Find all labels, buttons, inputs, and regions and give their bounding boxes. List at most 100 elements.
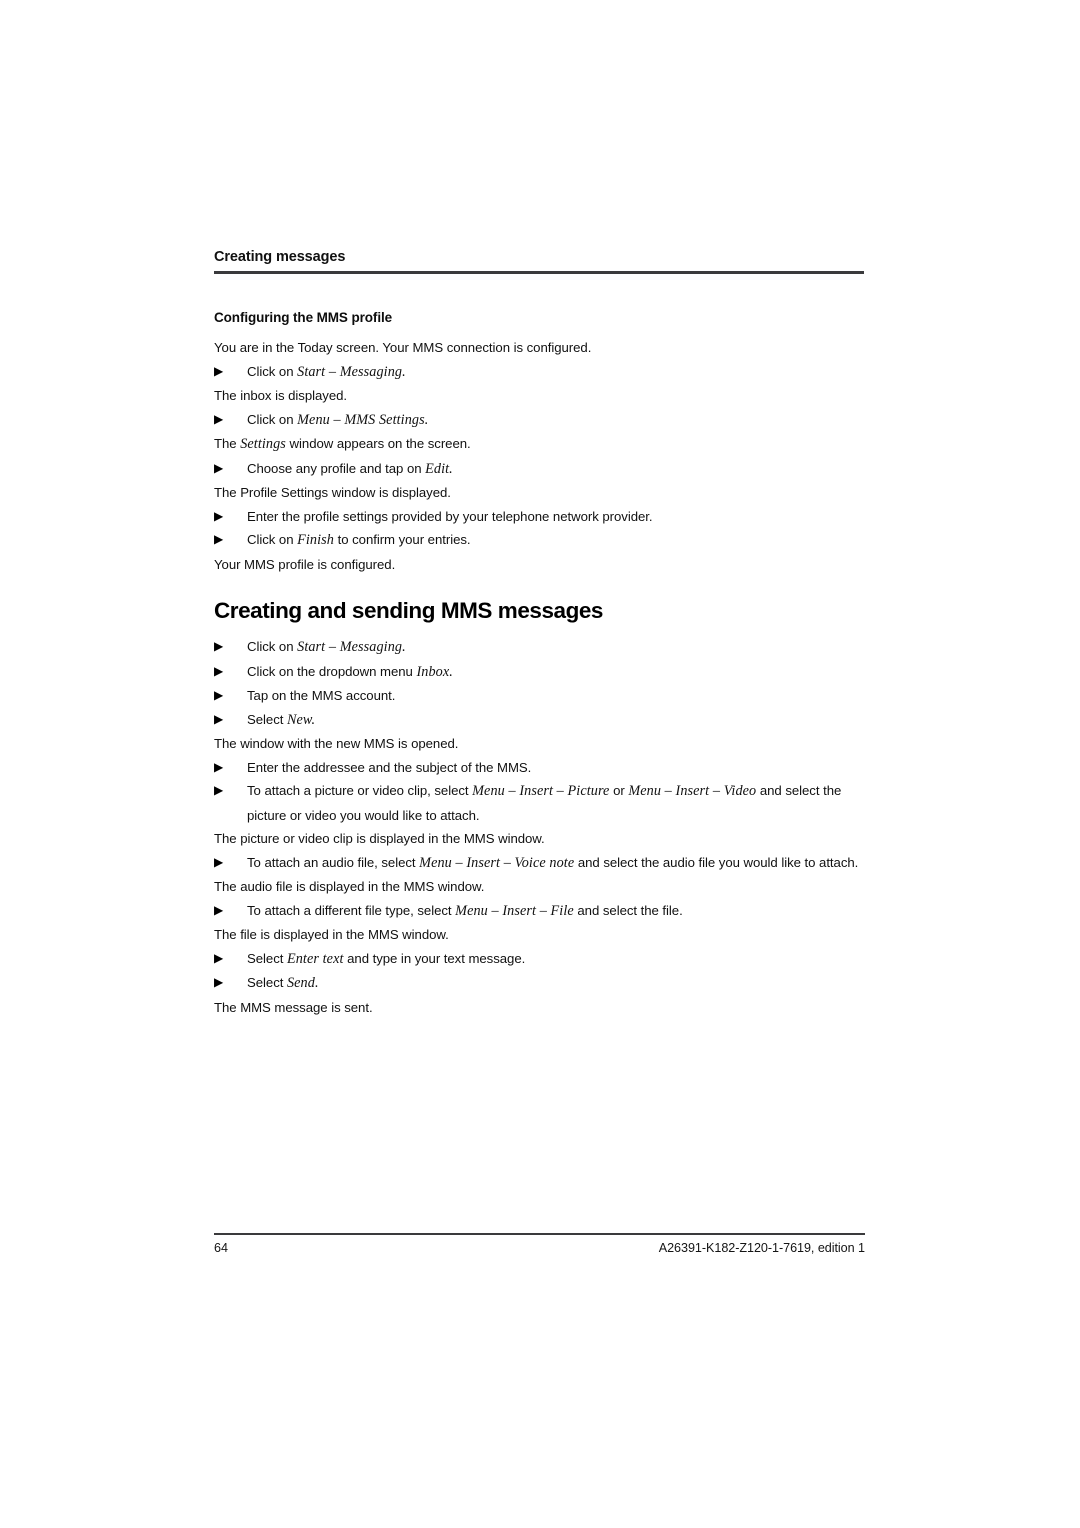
emphasis-text: Settings xyxy=(240,436,286,452)
body-text: Select xyxy=(247,711,287,727)
page-number: 64 xyxy=(214,1241,228,1255)
body-text: The picture or video clip is displayed i… xyxy=(214,831,545,846)
step-text: To attach an audio file, select Menu – I… xyxy=(247,851,866,876)
result-paragraph: The window with the new MMS is opened. xyxy=(214,732,866,756)
step-text: Choose any profile and tap on Edit. xyxy=(247,457,866,482)
body-text: The MMS message is sent. xyxy=(214,999,373,1015)
step-text: Select Send. xyxy=(247,971,866,996)
body-text: Click on xyxy=(247,639,298,654)
body-text: and select the file. xyxy=(573,902,683,918)
triangle-bullet-icon: ▶ xyxy=(214,975,224,989)
step-text: Enter the addressee and the subject of t… xyxy=(247,756,866,780)
footer-row: 64 A26391-K182-Z120-1-7619, edition 1 xyxy=(214,1241,865,1255)
result-paragraph: The MMS message is sent. xyxy=(214,996,866,1020)
instruction-step: ▶ Click on the dropdown menu Inbox. xyxy=(214,660,866,685)
instruction-step: ▶ Click on Finish to confirm your entries… xyxy=(214,528,866,553)
body-text: To attach a different file type, select xyxy=(247,902,456,918)
page-footer: 64 A26391-K182-Z120-1-7619, edition 1 xyxy=(214,1233,865,1255)
emphasis-text: Edit. xyxy=(425,460,453,477)
body-text: Enter the addressee and the subject of t… xyxy=(247,759,532,775)
emphasis-text: Inbox. xyxy=(416,663,453,680)
step-text: To attach a picture or video clip, selec… xyxy=(247,779,866,827)
triangle-bullet-icon: ▶ xyxy=(214,363,224,378)
section-heading: Creating and sending MMS messages xyxy=(214,598,603,623)
body-text: Select xyxy=(247,950,287,966)
body-text: Tap on the MMS account. xyxy=(247,688,396,703)
page-content: Configuring the MMS profile You are in th… xyxy=(214,310,866,1019)
instruction-step: ▶ Click on Start – Messaging. xyxy=(214,360,866,385)
step-text: Click on the dropdown menu Inbox. xyxy=(247,660,866,685)
body-text: The xyxy=(214,436,241,451)
emphasis-text: Send. xyxy=(286,975,319,991)
triangle-bullet-icon: ▶ xyxy=(214,663,224,678)
body-text: and type in your text message. xyxy=(343,950,526,966)
body-text: Enter the profile settings provided by y… xyxy=(247,508,653,524)
body-text: Select xyxy=(247,975,287,990)
running-header-title: Creating messages xyxy=(214,249,346,265)
step-text: Tap on the MMS account. xyxy=(247,684,866,708)
sections-container: Configuring the MMS profile You are in th… xyxy=(214,310,866,1019)
instruction-step: ▶ Choose any profile and tap on Edit. xyxy=(214,457,866,482)
emphasis-text: Menu – Insert – Voice note xyxy=(419,854,575,871)
step-text: Click on Finish to confirm your entries. xyxy=(247,528,866,553)
header-divider xyxy=(214,271,864,274)
result-paragraph: The audio file is displayed in the MMS w… xyxy=(214,875,866,899)
body-text: To attach an audio file, select xyxy=(247,854,420,870)
instruction-step: ▶ Select Enter text and type in your text… xyxy=(214,947,866,972)
body-text: or xyxy=(609,783,629,798)
intro-paragraph: You are in the Today screen. Your MMS co… xyxy=(214,340,592,355)
instruction-step: ▶ Enter the addressee and the subject of … xyxy=(214,756,866,780)
result-paragraph: Your MMS profile is configured. xyxy=(214,553,866,577)
result-paragraph: The file is displayed in the MMS window. xyxy=(214,923,866,947)
emphasis-text: Finish xyxy=(297,532,334,548)
step-text: Select New. xyxy=(247,708,866,733)
body-text: to confirm your entries. xyxy=(333,532,471,547)
triangle-bullet-icon: ▶ xyxy=(214,508,224,523)
step-text: Select Enter text and type in your text … xyxy=(247,947,866,972)
result-paragraph: The Profile Settings window is displayed… xyxy=(214,481,866,505)
body-text: The audio file is displayed in the MMS w… xyxy=(214,879,485,894)
step-text: Enter the profile settings provided by y… xyxy=(247,505,866,529)
emphasis-text: Menu – MMS Settings. xyxy=(297,411,429,428)
step-text: Click on Start – Messaging. xyxy=(247,635,866,660)
triangle-bullet-icon: ▶ xyxy=(214,532,224,546)
body-text: Your MMS profile is configured. xyxy=(214,556,396,572)
result-paragraph: The inbox is displayed. xyxy=(214,384,866,408)
body-text: Click on xyxy=(247,532,298,547)
body-text: Click on xyxy=(247,411,298,427)
body-text: and select the audio file you would like… xyxy=(574,854,859,870)
body-text: Click on xyxy=(247,363,298,379)
body-text: The window with the new MMS is opened. xyxy=(214,736,459,751)
triangle-bullet-icon: ▶ xyxy=(214,783,224,797)
instruction-step: ▶ Select New. xyxy=(214,708,866,733)
triangle-bullet-icon: ▶ xyxy=(214,902,224,917)
triangle-bullet-icon: ▶ xyxy=(214,854,224,869)
emphasis-text: Enter text xyxy=(286,950,344,967)
triangle-bullet-icon: ▶ xyxy=(214,759,224,774)
body-text: Click on the dropdown menu xyxy=(247,663,417,679)
result-paragraph: The picture or video clip is displayed i… xyxy=(214,827,866,851)
document-id: A26391-K182-Z120-1-7619, edition 1 xyxy=(658,1241,865,1255)
emphasis-text: Menu – Insert – Picture xyxy=(472,783,610,799)
step-text: To attach a different file type, select … xyxy=(247,899,866,924)
running-header: Creating messages xyxy=(214,248,864,274)
body-text: The inbox is displayed. xyxy=(214,388,347,403)
instruction-step: ▶ Click on Menu – MMS Settings. xyxy=(214,408,866,433)
triangle-bullet-icon: ▶ xyxy=(214,711,224,726)
triangle-bullet-icon: ▶ xyxy=(214,411,224,426)
step-text: Click on Menu – MMS Settings. xyxy=(247,408,866,433)
instruction-step: ▶ Tap on the MMS account. xyxy=(214,684,866,708)
body-text: The Profile Settings window is displayed… xyxy=(214,485,451,500)
triangle-bullet-icon: ▶ xyxy=(214,688,224,702)
body-text: To attach a picture or video clip, selec… xyxy=(247,783,473,798)
instruction-step: ▶ Select Send. xyxy=(214,971,866,996)
instruction-step: ▶ To attach a different file type, select… xyxy=(214,899,866,924)
emphasis-text: Menu – Insert – Video xyxy=(628,783,757,799)
emphasis-text: New. xyxy=(286,711,316,728)
body-text: Choose any profile and tap on xyxy=(247,460,426,476)
triangle-bullet-icon: ▶ xyxy=(214,460,224,475)
triangle-bullet-icon: ▶ xyxy=(214,950,224,965)
sub-heading: Configuring the MMS profile xyxy=(214,310,393,325)
body-text: window appears on the screen. xyxy=(285,436,471,451)
result-paragraph: The Settings window appears on the scree… xyxy=(214,432,866,457)
